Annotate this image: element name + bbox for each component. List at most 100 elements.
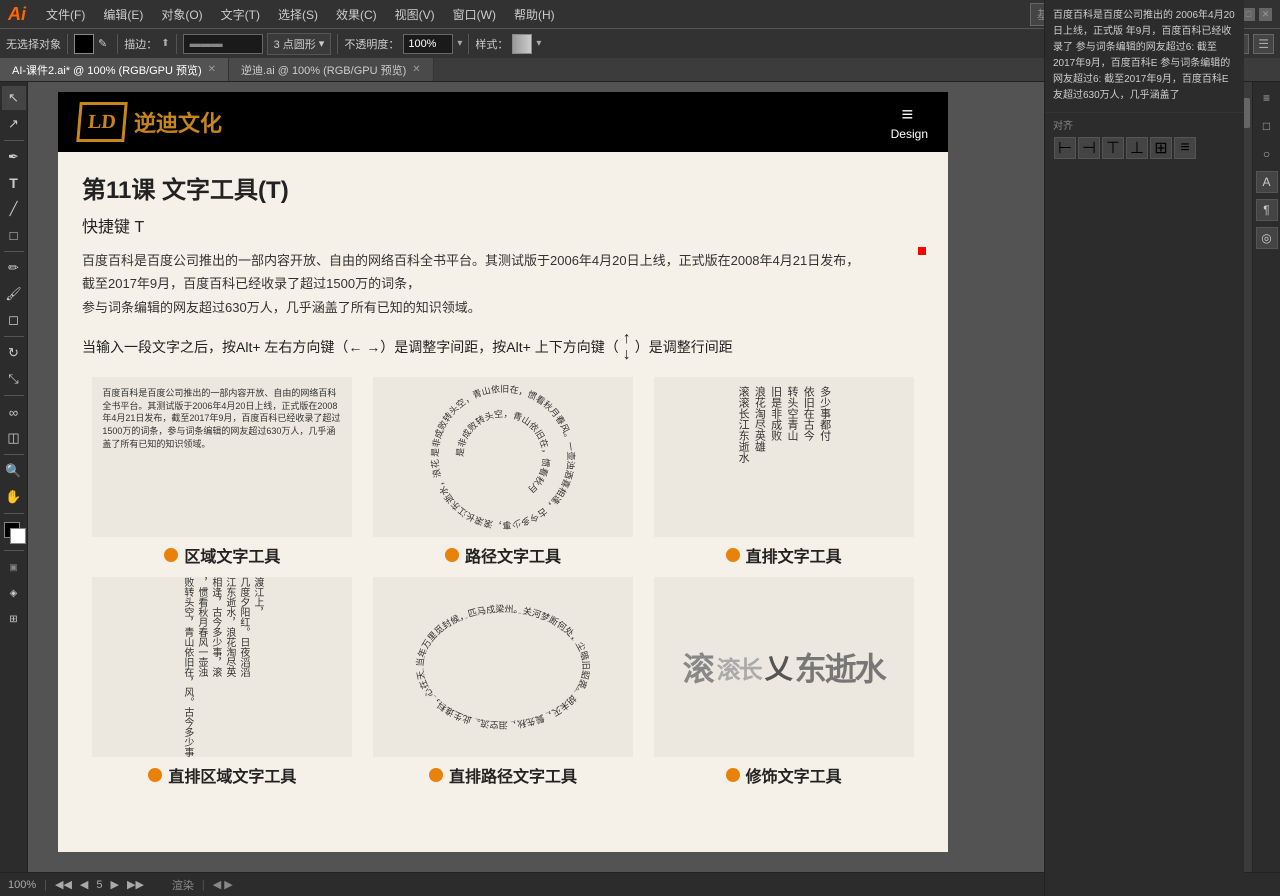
- menu-object[interactable]: 对象(O): [153, 4, 210, 25]
- align-right-icon[interactable]: ⊤: [1102, 137, 1124, 159]
- stroke-label: 描边：: [124, 36, 157, 52]
- align-bottom-icon[interactable]: ≡: [1174, 137, 1196, 159]
- menu-text[interactable]: 文字(T): [213, 4, 268, 25]
- align-left-icon[interactable]: ⊢: [1054, 137, 1076, 159]
- text-tool[interactable]: T: [2, 171, 26, 195]
- logo-box: LD: [76, 102, 127, 142]
- menu-area: ≡ Design: [891, 104, 928, 141]
- mini-circle-text-icon[interactable]: ◎: [1256, 227, 1278, 249]
- tools-panel: ↖ ↗ ✒ T ╱ □ ✏ 🖌 ◻ ↻ ⤡ ∞ ◫ 🔍 ✋ ▣ ◈ ⊞: [0, 82, 28, 872]
- mini-list-icon[interactable]: ≡: [1255, 86, 1279, 110]
- menu-effect[interactable]: 效果(C): [328, 4, 385, 25]
- rect-tool[interactable]: □: [2, 223, 26, 247]
- area-text-tool-section: 百度百科是百度公司推出的一部内容开放、自由的网络百科全书平台。其测试版于2006…: [82, 377, 363, 567]
- next-button[interactable]: ▶: [111, 878, 119, 891]
- align-buttons: ⊢ ⊣ ⊤ ⊥ ⊞ ≡: [1053, 136, 1236, 160]
- vertical-col-5: 依旧在古今: [801, 386, 815, 526]
- style-arrow-icon[interactable]: ▾: [536, 38, 541, 49]
- hand-tool[interactable]: ✋: [2, 485, 26, 509]
- vertical-path-label-row: 直排路径文字工具: [429, 763, 577, 787]
- menu-select[interactable]: 选择(S): [270, 4, 326, 25]
- scale-tool[interactable]: ⤡: [2, 367, 26, 391]
- mini-circle-icon[interactable]: ○: [1255, 142, 1279, 166]
- align-center-v-icon[interactable]: ⊞: [1150, 137, 1172, 159]
- mini-para-icon[interactable]: ¶: [1256, 199, 1278, 221]
- path-text-demo: 是非成败转头空，青山依旧在，惯看秋月春风。一壶浊酒喜相逢，古今多少事，滚滚长江东…: [373, 377, 633, 537]
- vert-area-col-6: 白发渡江上，: [251, 577, 264, 757]
- align-top-icon[interactable]: ⊥: [1126, 137, 1148, 159]
- tab-1-close-icon[interactable]: ✕: [208, 64, 216, 75]
- deco-char-1: 滚: [683, 644, 713, 690]
- path-text-tool-section: 是非成败转头空，青山依旧在，惯看秋月春风。一壶浊酒喜相逢，古今多少事，滚滚长江东…: [363, 377, 644, 567]
- vert-area-col-3: 酒喜相逢，古今多少事，滚: [209, 577, 222, 757]
- select-tool[interactable]: ↖: [2, 86, 26, 110]
- direct-select-tool[interactable]: ↗: [2, 112, 26, 136]
- prev-prev-button[interactable]: ◀◀: [55, 878, 72, 891]
- vertical-area-text-section: 非成败转头空，青山依旧在，风。古今多少事，几 旧在，惯看秋月春风一壶浊 酒喜相逢…: [82, 577, 363, 787]
- line-tool[interactable]: ╱: [2, 197, 26, 221]
- tab-2-close-icon[interactable]: ✕: [412, 64, 420, 75]
- brush-tool[interactable]: 🖌: [2, 282, 26, 306]
- menu-file[interactable]: 文件(F): [38, 4, 93, 25]
- desc-line-3: 参与词条编辑的网友超过630万人，几乎涵盖了所有已知的知识领域。: [82, 300, 481, 315]
- decorate-text-section: 滚 滚长 乂 东逝水 修饰文字工具: [643, 577, 924, 787]
- arrow-explanation: 当输入一段文字之后，按Alt+ 左右方向键（← →）是调整字间距，按Alt+ 上…: [82, 331, 924, 363]
- next-next-button[interactable]: ▶▶: [127, 878, 144, 891]
- prev-button[interactable]: ◀: [80, 878, 88, 891]
- screen-mode-icon[interactable]: ⊞: [2, 607, 26, 631]
- align-center-h-icon[interactable]: ⊣: [1078, 137, 1100, 159]
- opacity-input[interactable]: [403, 34, 453, 54]
- tab-file-2[interactable]: 逆迪.ai @ 100% (RGB/GPU 预览) ✕: [229, 58, 434, 81]
- more-options-icon[interactable]: ☰: [1253, 34, 1274, 54]
- hamburger-icon[interactable]: ≡: [901, 104, 917, 127]
- slide-header: LD 逆迪文化 ≡ Design: [58, 92, 948, 152]
- fill-none-icon[interactable]: ▣: [2, 555, 26, 579]
- menu-view[interactable]: 视图(V): [387, 4, 443, 25]
- description-area: 百度百科是百度公司推出的一部内容开放、自由的网络百科全书平台。其测试版于2006…: [82, 249, 924, 319]
- page-number: 5: [96, 879, 102, 891]
- zoom-level: 100%: [8, 879, 36, 891]
- area-tool-label: 区域文字工具: [184, 543, 280, 567]
- arrow-text-end: ）是调整行间距: [635, 337, 733, 357]
- shortcut-line: 快捷键 T: [82, 213, 924, 237]
- menu-help[interactable]: 帮助(H): [506, 4, 563, 25]
- mini-type-a-icon[interactable]: A: [1256, 171, 1278, 193]
- vertical-text-tool-section: 滚滚长江东逝水 浪花淘尽英雄 旧是非成败 转头空青山 依旧在古今 多少事都付 直…: [643, 377, 924, 567]
- status-label: 渲染: [172, 877, 194, 893]
- stroke-up-icon[interactable]: ⬆: [161, 38, 169, 49]
- mini-rect-icon[interactable]: □: [1255, 114, 1279, 138]
- up-arrow-icon: ↑: [623, 331, 631, 347]
- blend-tool[interactable]: ∞: [2, 400, 26, 424]
- main-layout: ↖ ↗ ✒ T ╱ □ ✏ 🖌 ◻ ↻ ⤡ ∞ ◫ 🔍 ✋ ▣ ◈ ⊞: [0, 82, 1280, 872]
- tab-file-1[interactable]: AI-课件2.ai* @ 100% (RGB/GPU 预览) ✕: [0, 58, 229, 81]
- style-label: 样式：: [475, 36, 508, 52]
- tab-2-label: 逆迪.ai @ 100% (RGB/GPU 预览): [241, 62, 406, 78]
- style-swatch[interactable]: [512, 34, 532, 54]
- decorate-demo-content: 滚 滚长 乂 东逝水: [683, 644, 885, 690]
- rotate-tool[interactable]: ↻: [2, 341, 26, 365]
- playback-controls: ◀ ▶: [213, 878, 233, 891]
- background-color[interactable]: [10, 528, 26, 544]
- gradient-tool[interactable]: ◫: [2, 426, 26, 450]
- vert-area-col-5: 雄，几度夕阳红。日夜滔滔: [237, 577, 250, 757]
- arrow-text: 当输入一段文字之后，按Alt+ 左右方向键（← →）是调整字间距，按Alt+ 上…: [82, 337, 619, 357]
- close-button[interactable]: ✕: [1259, 8, 1272, 21]
- view-mode-icon[interactable]: ◈: [2, 581, 26, 605]
- zoom-tool[interactable]: 🔍: [2, 459, 26, 483]
- pen-tool[interactable]: ✒: [2, 145, 26, 169]
- eraser-tool[interactable]: ◻: [2, 308, 26, 332]
- menu-window[interactable]: 窗口(W): [445, 4, 504, 25]
- point-shape-selector[interactable]: 3 点圆形 ▾: [267, 33, 332, 55]
- tab-1-label: AI-课件2.ai* @ 100% (RGB/GPU 预览): [12, 62, 202, 78]
- vertical-path-svg: 当年万里觅封候，匹马戍梁州。关河梦断何处，尘暗旧貂裘。胡未灭，鬓先秋，泪空流。此…: [388, 577, 618, 757]
- vert-area-dot: [148, 768, 162, 782]
- right-text-content: 百度百科是百度公司推出的 2006年4月20日上线，正式版 年9月，百度百科已经…: [1045, 0, 1244, 112]
- menu-edit[interactable]: 编辑(E): [95, 4, 151, 25]
- path-text-label-row: 路径文字工具: [445, 543, 561, 567]
- logo-area: LD 逆迪文化: [78, 102, 222, 142]
- vertical-area-demo: 非成败转头空，青山依旧在，风。古今多少事，几 旧在，惯看秋月春风一壶浊 酒喜相逢…: [92, 577, 352, 757]
- fill-color-swatch[interactable]: [74, 34, 94, 54]
- vertical-col-1: 滚滚长江东逝水: [736, 386, 750, 526]
- opacity-arrow-icon[interactable]: ▾: [457, 38, 462, 49]
- pencil-tool[interactable]: ✏: [2, 256, 26, 280]
